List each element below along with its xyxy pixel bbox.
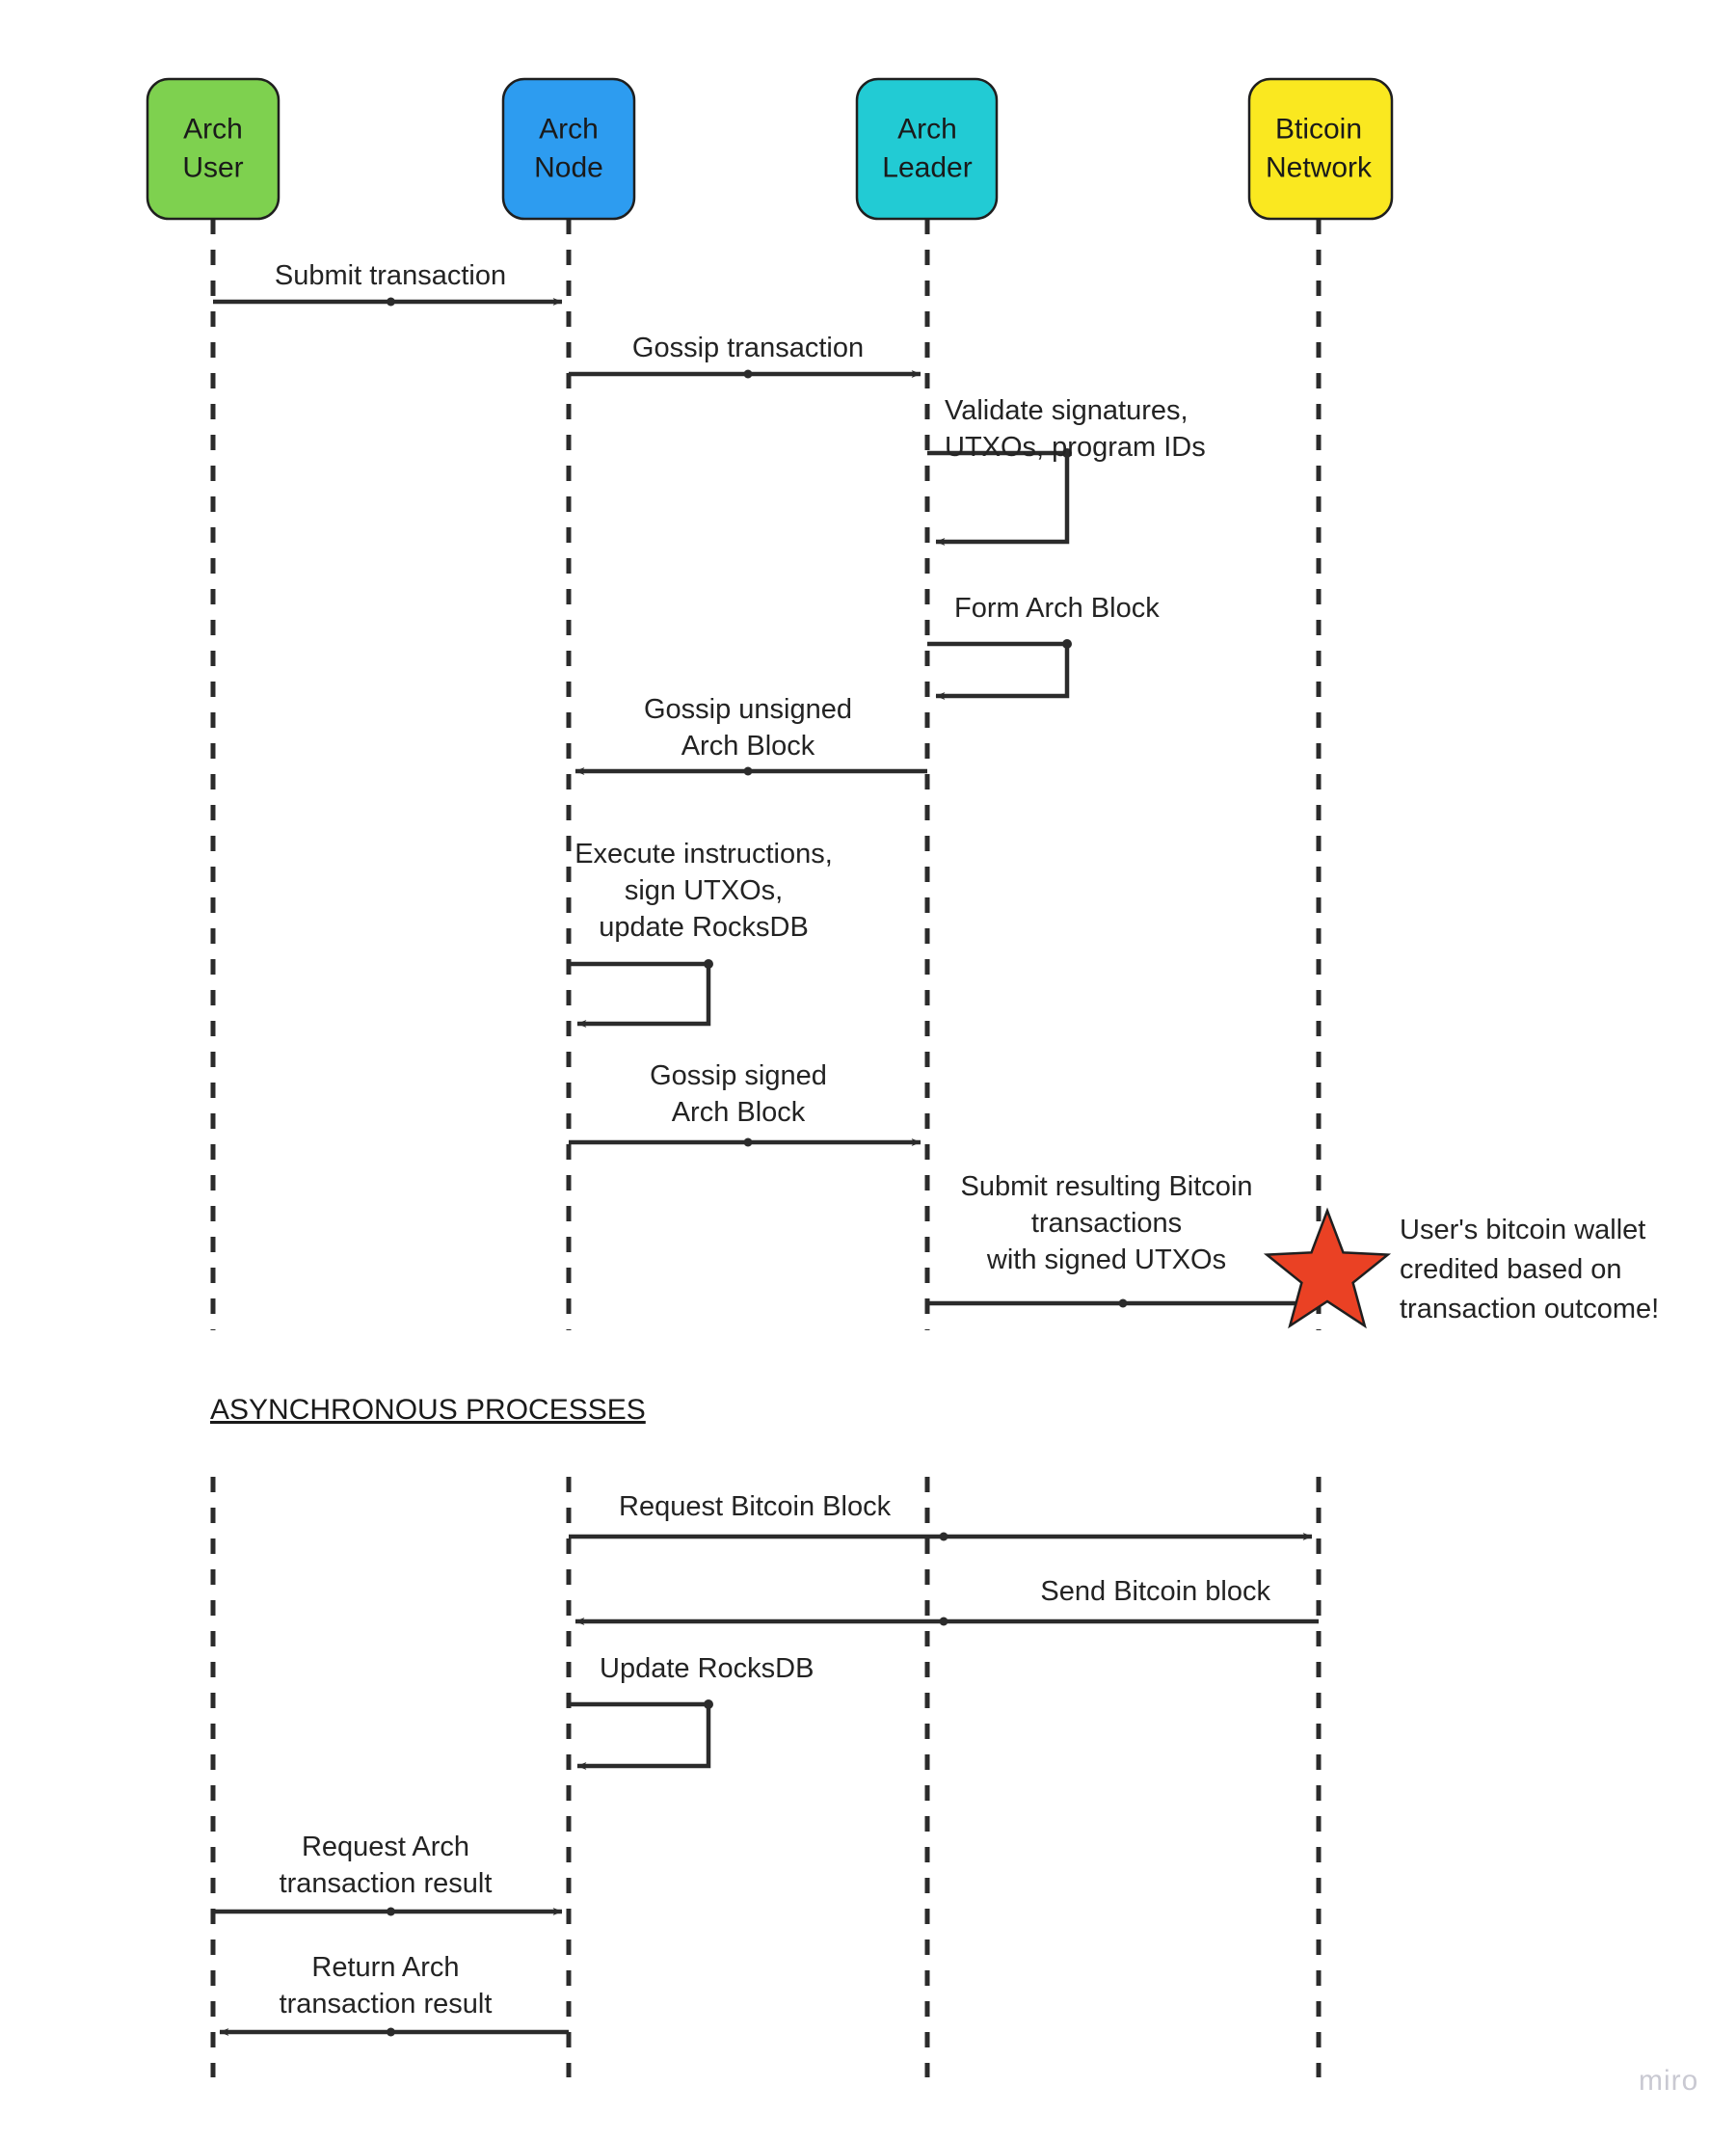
message-label-form-arch-block: Form Arch Block	[954, 593, 1160, 624]
message-submit-resulting-bitcoin-transactions: Submit resulting Bitcoin transactions with…	[927, 1171, 1313, 1308]
message-midpoint-dot-submit-transaction	[387, 297, 395, 307]
message-validate-signatures: Validate signatures, UTXOs, program IDs	[927, 395, 1206, 546]
actor-bitcoin-network[interactable]: Bticoin Network	[1247, 77, 1394, 221]
message-label-execute-instructions: Execute instructions, sign UTXOs, update R…	[574, 839, 833, 943]
self-message-corner-dot-update-rocksdb	[704, 1699, 713, 1709]
message-send-bitcoin-block: Send Bitcoin block	[574, 1576, 1319, 1626]
actor-box-arch-user[interactable]	[146, 77, 280, 221]
message-submit-transaction: Submit transaction	[213, 260, 563, 307]
message-execute-instructions: Execute instructions, sign UTXOs, update R…	[569, 839, 833, 1028]
message-label-update-rocksdb: Update RocksDB	[600, 1653, 814, 1684]
message-label-gossip-transaction: Gossip transaction	[632, 333, 864, 363]
message-label-request-bitcoin-block: Request Bitcoin Block	[619, 1491, 892, 1522]
message-label-submit-resulting-bitcoin-transactions: Submit resulting Bitcoin transactions with…	[960, 1171, 1252, 1275]
message-gossip-unsigned-arch-block: Gossip unsigned Arch Block	[574, 694, 927, 776]
message-label-validate-signatures: Validate signatures, UTXOs, program IDs	[945, 395, 1206, 463]
messages-upper-group: Submit transaction Gossip transaction Vali…	[213, 260, 1313, 1308]
message-request-bitcoin-block: Request Bitcoin Block	[569, 1491, 1313, 1541]
message-midpoint-dot-return-arch-transaction-result	[387, 2027, 395, 2037]
message-gossip-signed-arch-block: Gossip signed Arch Block	[569, 1060, 921, 1147]
message-return-arch-transaction-result: Return Arch transaction result	[219, 1952, 569, 2037]
message-midpoint-dot-request-arch-transaction-result	[387, 1907, 395, 1916]
actors-group: Arch User Arch Node Arch Leader Bticoin Network	[146, 77, 1394, 221]
lifelines-upper-group	[210, 219, 1322, 1330]
sequence-diagram-svg: Submit transaction Gossip transaction Vali…	[146, 77, 1698, 2097]
message-label-send-bitcoin-block: Send Bitcoin block	[1040, 1576, 1270, 1607]
self-message-path-update-rocksdb	[569, 1701, 711, 1770]
self-message-path-execute-instructions	[569, 961, 711, 1028]
message-midpoint-dot-request-bitcoin-block	[939, 1532, 948, 1541]
actor-box-arch-node[interactable]	[501, 77, 636, 221]
message-midpoint-dot-gossip-transaction	[743, 369, 753, 379]
messages-lower-group: Request Bitcoin Block Send Bitcoin block U…	[213, 1491, 1319, 2037]
self-message-corner-dot-execute-instructions	[704, 959, 713, 969]
actor-arch-user[interactable]: Arch User	[146, 77, 280, 221]
asynchronous-processes-heading: ASYNCHRONOUS PROCESSES	[210, 1394, 646, 1426]
message-midpoint-dot-gossip-signed-arch-block	[743, 1137, 753, 1147]
actor-box-bitcoin-network[interactable]	[1247, 77, 1394, 221]
lifelines-lower-group	[210, 1477, 1322, 2077]
self-message-path-validate-signatures	[927, 450, 1070, 546]
actor-box-arch-leader[interactable]	[855, 77, 999, 221]
miro-watermark: miro	[1639, 2065, 1698, 2097]
message-request-arch-transaction-result: Request Arch transaction result	[213, 1832, 563, 1916]
message-gossip-transaction: Gossip transaction	[569, 333, 921, 379]
message-label-submit-transaction: Submit transaction	[275, 260, 506, 291]
message-midpoint-dot-gossip-unsigned-arch-block	[743, 766, 753, 776]
message-midpoint-dot-send-bitcoin-block	[939, 1617, 948, 1626]
message-label-gossip-signed-arch-block: Gossip signed Arch Block	[650, 1060, 827, 1128]
self-message-corner-dot-form-arch-block	[1062, 639, 1072, 649]
message-label-return-arch-transaction-result: Return Arch transaction result	[280, 1952, 493, 2020]
message-form-arch-block: Form Arch Block	[927, 593, 1160, 700]
actor-arch-node[interactable]: Arch Node	[501, 77, 636, 221]
actor-arch-leader[interactable]: Arch Leader	[855, 77, 999, 221]
self-message-path-form-arch-block	[927, 641, 1070, 700]
message-label-request-arch-transaction-result: Request Arch transaction result	[280, 1832, 493, 1899]
star-icon	[1263, 1207, 1392, 1329]
message-midpoint-dot-submit-resulting-bitcoin-transactions	[1118, 1298, 1128, 1308]
message-label-gossip-unsigned-arch-block: Gossip unsigned Arch Block	[644, 694, 852, 762]
star-group: User's bitcoin wallet credited based on tr…	[1263, 1207, 1659, 1329]
message-update-rocksdb: Update RocksDB	[569, 1653, 814, 1770]
star-note-text: User's bitcoin wallet credited based on tr…	[1400, 1215, 1659, 1324]
sequence-diagram-canvas: Submit transaction Gossip transaction Vali…	[0, 0, 1736, 2140]
